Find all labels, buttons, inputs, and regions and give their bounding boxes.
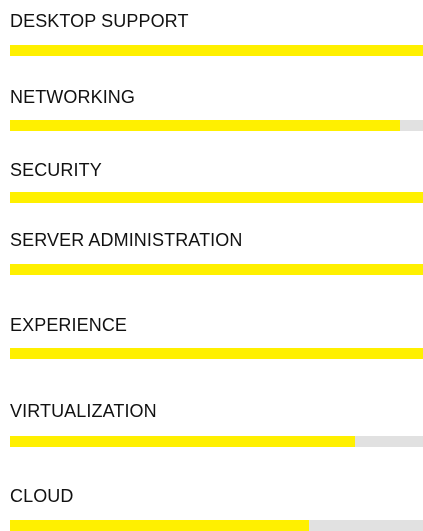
skill-progress-fill [10, 348, 423, 359]
skill-progress-bar [10, 45, 423, 56]
skill-cloud: CLOUD [10, 485, 423, 531]
skills-panel: { "colors": { "bar_fill": "#fff000", "ba… [0, 0, 423, 531]
skill-progress-bar [10, 120, 423, 131]
skill-progress-fill [10, 192, 423, 203]
skill-label: EXPERIENCE [10, 315, 128, 335]
skill-desktop-support: DESKTOP SUPPORT [10, 10, 423, 56]
skill-server-administration: SERVER ADMINISTRATION [10, 229, 423, 275]
skill-virtualization: VIRTUALIZATION [10, 400, 423, 447]
skill-experience: EXPERIENCE [10, 314, 423, 359]
skill-networking: NETWORKING [10, 86, 423, 131]
skill-progress-bar [10, 264, 423, 275]
skill-progress-bar [10, 348, 423, 359]
skill-progress-bar [10, 436, 423, 447]
skill-label: SERVER ADMINISTRATION [10, 230, 243, 250]
skill-label: CLOUD [10, 486, 74, 506]
skill-label: NETWORKING [10, 87, 135, 107]
skill-progress-fill [10, 436, 355, 447]
skill-progress-fill [10, 45, 423, 56]
skill-label: DESKTOP SUPPORT [10, 11, 189, 31]
skill-label: SECURITY [10, 160, 102, 180]
skill-progress-bar [10, 192, 423, 203]
skill-progress-fill [10, 520, 310, 531]
skill-progress-fill [10, 264, 423, 275]
skill-label: VIRTUALIZATION [10, 401, 157, 421]
skill-progress-bar [10, 520, 423, 531]
skill-progress-fill [10, 120, 401, 131]
skill-security: SECURITY [10, 159, 423, 203]
